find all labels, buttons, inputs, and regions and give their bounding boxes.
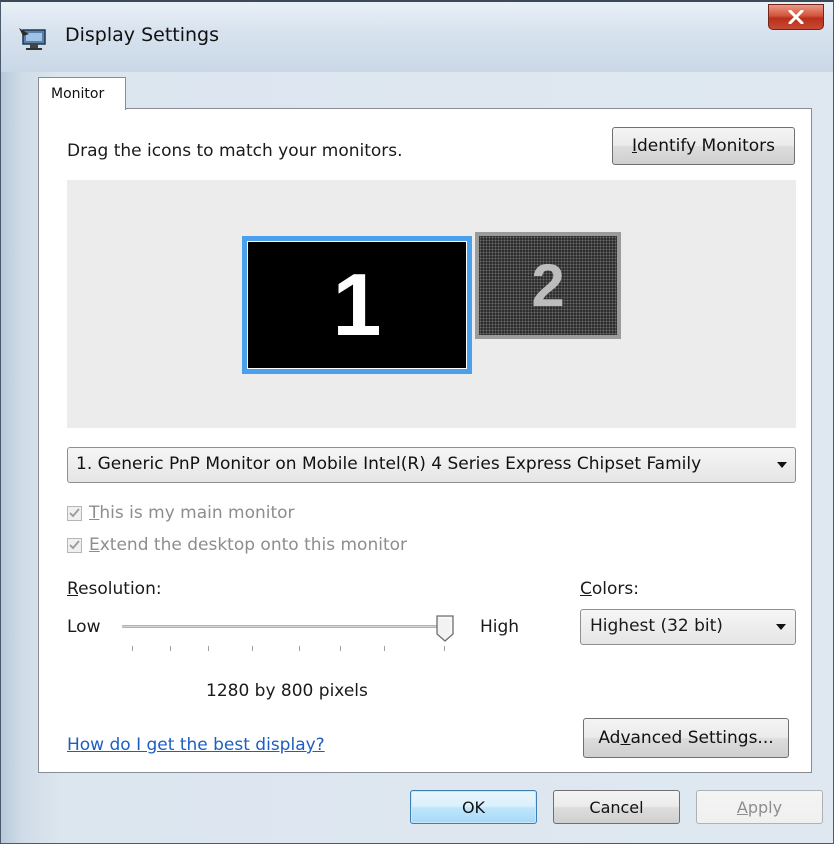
monitor-2-number: 2 — [531, 251, 565, 319]
dialog-window: Display Settings Monitor Drag the icons … — [0, 0, 834, 844]
slider-tick — [132, 646, 133, 651]
apply-accel: A — [736, 797, 748, 817]
colors-label-text: olors: — [591, 579, 639, 599]
monitor-2-icon[interactable]: 2 — [475, 232, 621, 339]
resolution-high-label: High — [480, 617, 520, 637]
title-bar[interactable]: Display Settings — [1, 2, 833, 72]
colors-label: Colors: — [580, 579, 639, 599]
close-button[interactable] — [768, 4, 824, 30]
apply-button[interactable]: Apply — [696, 790, 823, 824]
slider-tick — [384, 646, 385, 651]
monitor-1-inner-border — [247, 241, 467, 369]
best-display-help-link[interactable]: How do I get the best display? — [67, 735, 325, 755]
identify-label: dentify Monitors — [636, 136, 776, 156]
slider-tick — [252, 646, 253, 651]
resolution-label: Resolution: — [67, 579, 162, 599]
identify-monitors-button[interactable]: Identify Monitors — [612, 127, 795, 165]
slider-tick — [340, 646, 341, 651]
extend-desktop-accel: E — [89, 535, 100, 555]
instructions-text: Drag the icons to match your monitors. — [67, 141, 403, 161]
main-monitor-accel: T — [89, 503, 100, 523]
main-monitor-checkbox-row[interactable]: This is my main monitor — [67, 502, 295, 524]
advanced-accel: v — [620, 728, 631, 748]
apply-label: pply — [747, 797, 783, 817]
tab-monitor[interactable]: Monitor — [38, 77, 126, 110]
slider-tick — [299, 646, 300, 651]
monitor-dropdown[interactable]: 1. Generic PnP Monitor on Mobile Intel(R… — [67, 447, 796, 483]
resolution-slider-track[interactable] — [122, 625, 448, 628]
resolution-slider-thumb[interactable] — [435, 615, 455, 642]
monitor-1-icon[interactable]: 1 — [242, 236, 472, 374]
resolution-low-label: Low — [67, 617, 101, 637]
checkmark-icon — [69, 540, 80, 550]
extend-desktop-label: xtend the desktop onto this monitor — [99, 535, 408, 555]
chevron-down-icon — [777, 462, 787, 468]
colors-dropdown-value: Highest (32 bit) — [590, 616, 723, 636]
extend-desktop-checkbox[interactable] — [67, 537, 82, 553]
window-title: Display Settings — [65, 24, 220, 46]
extend-desktop-checkbox-row[interactable]: Extend the desktop onto this monitor — [67, 534, 407, 556]
advanced-settings-button[interactable]: Ad v anced Settings... — [583, 718, 789, 758]
colors-accel: C — [580, 579, 592, 599]
resolution-label-text: esolution: — [78, 579, 162, 599]
resolution-value: 1280 by 800 pixels — [206, 681, 368, 701]
chevron-down-icon — [776, 624, 786, 630]
close-x-icon — [788, 10, 804, 24]
monitor-dropdown-value: 1. Generic PnP Monitor on Mobile Intel(R… — [76, 454, 702, 474]
cancel-button[interactable]: Cancel — [553, 790, 680, 824]
checkmark-icon — [69, 508, 80, 518]
advanced-prefix: Ad — [598, 728, 621, 748]
main-monitor-checkbox[interactable] — [67, 505, 82, 521]
slider-tick — [444, 646, 445, 651]
slider-tick — [208, 646, 209, 651]
display-settings-icon — [19, 28, 46, 50]
slider-tick — [170, 646, 171, 651]
advanced-suffix: anced Settings... — [630, 728, 774, 748]
resolution-accel: R — [67, 579, 79, 599]
main-monitor-label: his is my main monitor — [99, 503, 295, 523]
colors-dropdown[interactable]: Highest (32 bit) — [580, 609, 796, 645]
ok-button[interactable]: OK — [410, 790, 537, 824]
